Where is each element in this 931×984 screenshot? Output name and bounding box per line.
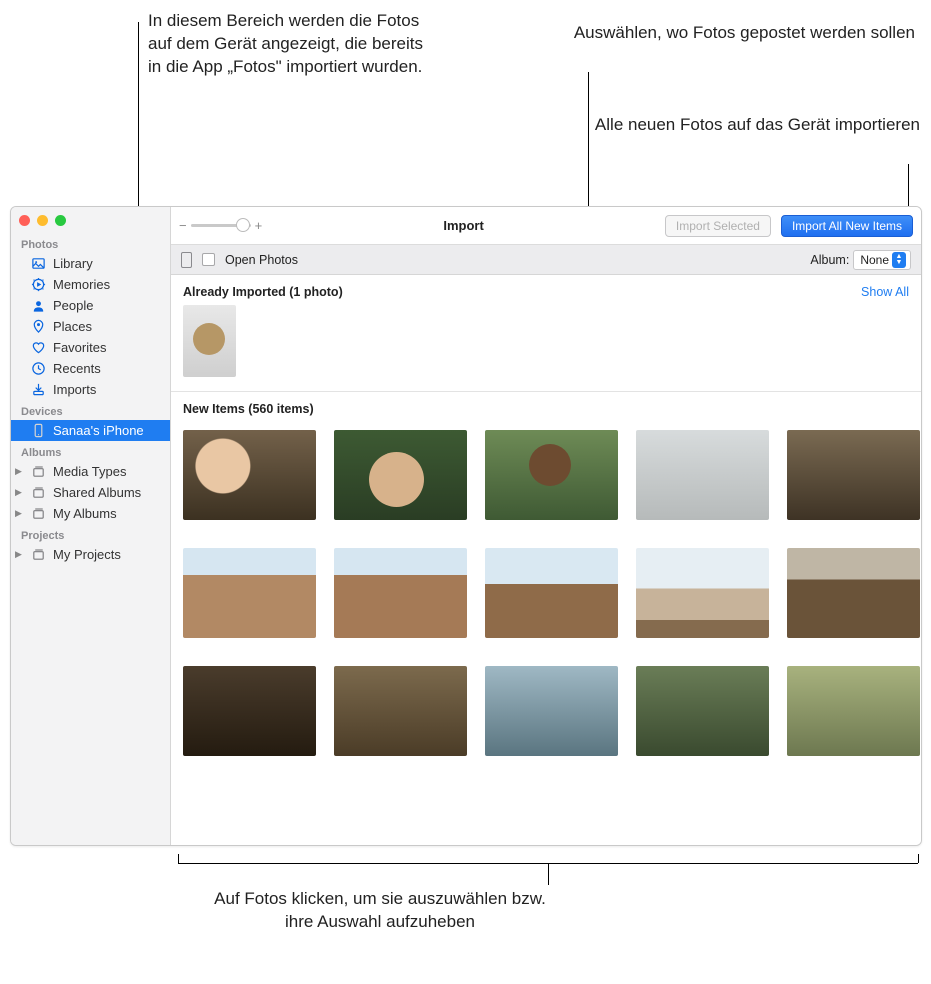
sidebar-item-label: Library: [53, 256, 93, 271]
new-items-grid: [183, 430, 909, 756]
chevron-right-icon: ▶: [15, 466, 22, 477]
sidebar-item-places[interactable]: Places: [11, 316, 170, 337]
import-selected-button[interactable]: Import Selected: [665, 215, 771, 237]
photo-thumb[interactable]: [485, 548, 618, 638]
sidebar-item-label: Recents: [53, 361, 101, 376]
photo-thumb[interactable]: [334, 430, 467, 520]
stack-icon: [31, 547, 46, 562]
chevron-right-icon: ▶: [15, 487, 22, 498]
callout-select-photos: Auf Fotos klicken, um sie auszuwählen bz…: [200, 888, 560, 934]
sidebar-item-shared-albums[interactable]: ▶ Shared Albums: [11, 482, 170, 503]
photo-thumb[interactable]: [787, 666, 920, 756]
close-window-button[interactable]: [19, 215, 30, 226]
photo-thumb[interactable]: [334, 666, 467, 756]
plus-icon: +: [255, 218, 263, 233]
sidebar-item-label: Places: [53, 319, 92, 334]
photo-thumb[interactable]: [183, 305, 236, 377]
photo-thumb[interactable]: [183, 666, 316, 756]
photo-thumb[interactable]: [636, 666, 769, 756]
photo-thumb[interactable]: [183, 430, 316, 520]
photo-thumb[interactable]: [485, 666, 618, 756]
open-photos-label: Open Photos: [225, 253, 298, 267]
fullscreen-window-button[interactable]: [55, 215, 66, 226]
toolbar-title: Import: [272, 218, 655, 233]
sidebar-item-recents[interactable]: Recents: [11, 358, 170, 379]
sidebar: Photos Library Memories People Places: [11, 207, 171, 845]
show-all-link[interactable]: Show All: [861, 285, 909, 299]
album-label: Album:: [810, 253, 849, 267]
new-items-heading: New Items (560 items): [183, 402, 909, 430]
sidebar-item-favorites[interactable]: Favorites: [11, 337, 170, 358]
sidebar-item-label: Sanaa's iPhone: [53, 423, 144, 438]
iphone-icon: [31, 423, 46, 438]
sidebar-item-label: People: [53, 298, 93, 313]
photo-thumb[interactable]: [787, 430, 920, 520]
minimize-window-button[interactable]: [37, 215, 48, 226]
callout-line: [918, 854, 919, 863]
callout-album-destination: Auswählen, wo Fotos gepostet werden soll…: [555, 22, 915, 45]
sidebar-item-label: Media Types: [53, 464, 126, 479]
toolbar: − + Import Import Selected Import All Ne…: [171, 207, 921, 245]
sidebar-item-device[interactable]: Sanaa's iPhone: [11, 420, 170, 441]
memories-icon: [31, 277, 46, 292]
photo-thumb[interactable]: [636, 548, 769, 638]
sidebar-item-label: Imports: [53, 382, 96, 397]
sidebar-item-imports[interactable]: Imports: [11, 379, 170, 400]
stack-icon: [31, 485, 46, 500]
photo-thumb[interactable]: [183, 548, 316, 638]
callout-line: [178, 854, 179, 863]
sidebar-item-label: Memories: [53, 277, 110, 292]
sidebar-item-label: My Albums: [53, 506, 117, 521]
places-icon: [31, 319, 46, 334]
photo-thumb[interactable]: [787, 548, 920, 638]
window-controls: [11, 207, 170, 233]
stack-icon: [31, 464, 46, 479]
open-photos-checkbox[interactable]: [202, 253, 215, 266]
sidebar-section-albums: Albums: [11, 441, 170, 461]
sidebar-section-projects: Projects: [11, 524, 170, 544]
photo-thumb[interactable]: [485, 430, 618, 520]
device-icon: [181, 252, 192, 268]
album-select-value: None: [860, 253, 889, 267]
content-scroll[interactable]: Already Imported (1 photo) Show All New …: [171, 275, 921, 845]
sidebar-item-memories[interactable]: Memories: [11, 274, 170, 295]
sidebar-section-devices: Devices: [11, 400, 170, 420]
callout-already-imported: In diesem Bereich werden die Fotos auf d…: [148, 10, 428, 79]
callout-import-all: Alle neuen Fotos auf das Gerät importier…: [560, 114, 920, 137]
updown-arrows-icon: ▲▼: [892, 252, 906, 268]
library-icon: [31, 256, 46, 271]
minus-icon: −: [179, 218, 187, 233]
import-icon: [31, 382, 46, 397]
album-select[interactable]: None ▲▼: [853, 250, 911, 270]
photos-app-window: Photos Library Memories People Places: [10, 206, 922, 846]
stack-icon: [31, 506, 46, 521]
sidebar-item-my-albums[interactable]: ▶ My Albums: [11, 503, 170, 524]
main-content: − + Import Import Selected Import All Ne…: [171, 207, 921, 845]
sidebar-item-label: Shared Albums: [53, 485, 141, 500]
photo-thumb[interactable]: [334, 548, 467, 638]
clock-icon: [31, 361, 46, 376]
sidebar-item-my-projects[interactable]: ▶ My Projects: [11, 544, 170, 565]
zoom-slider[interactable]: − +: [179, 218, 262, 233]
import-options-bar: Open Photos Album: None ▲▼: [171, 245, 921, 275]
people-icon: [31, 298, 46, 313]
already-imported-heading: Already Imported (1 photo): [183, 285, 343, 299]
chevron-right-icon: ▶: [15, 549, 22, 560]
sidebar-item-label: Favorites: [53, 340, 106, 355]
chevron-right-icon: ▶: [15, 508, 22, 519]
divider: [171, 391, 921, 392]
sidebar-item-library[interactable]: Library: [11, 253, 170, 274]
sidebar-section-photos: Photos: [11, 233, 170, 253]
sidebar-item-media-types[interactable]: ▶ Media Types: [11, 461, 170, 482]
photo-thumb[interactable]: [636, 430, 769, 520]
callout-line: [548, 863, 549, 885]
import-all-button[interactable]: Import All New Items: [781, 215, 913, 237]
sidebar-item-label: My Projects: [53, 547, 121, 562]
sidebar-item-people[interactable]: People: [11, 295, 170, 316]
heart-icon: [31, 340, 46, 355]
